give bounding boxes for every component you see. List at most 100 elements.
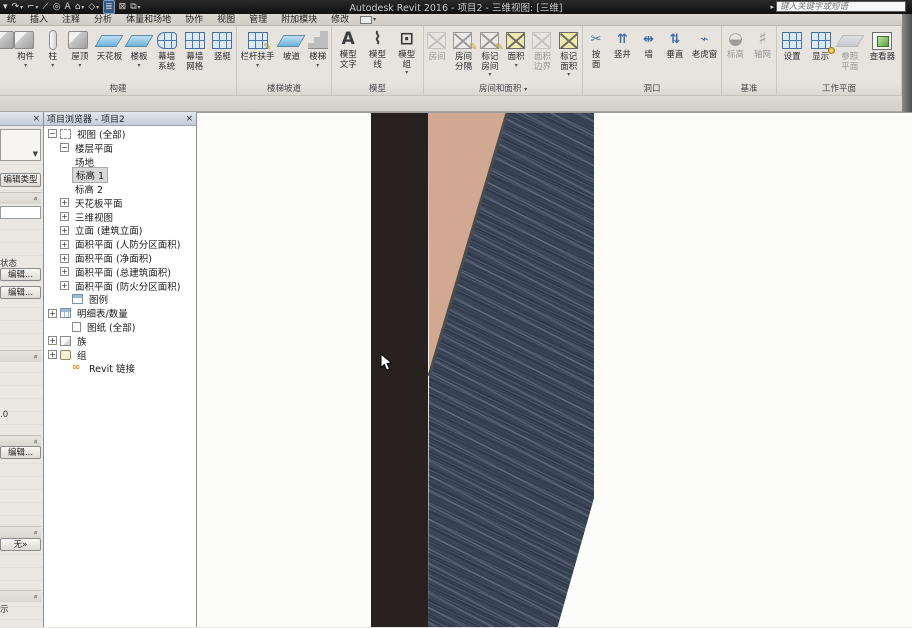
collapse-icon[interactable]: − [60, 143, 69, 152]
ribbon-button-标记房间[interactable]: ✎标记房间▾ [477, 28, 503, 77]
edit-type-button[interactable]: 编辑类型 [0, 173, 41, 187]
ribbon-button-墙[interactable]: ⇹墙 [635, 28, 661, 61]
tree-item-面积平面 (防火分区面积)[interactable]: +面积平面 (防火分区面积) [44, 279, 196, 293]
tree-item-标高 1[interactable]: 标高 1 [44, 168, 196, 182]
tree-item-Revit 链接[interactable]: ∞Revit 链接 [44, 362, 196, 376]
ribbon-button-楼梯[interactable]: 楼梯▾ [305, 28, 331, 68]
ribbon-button-房间分隔[interactable]: ✎房间分隔 [450, 28, 476, 72]
ribbon-button-标高[interactable]: ◒标高 [722, 28, 749, 61]
tree-item-面积平面 (净面积)[interactable]: +面积平面 (净面积) [44, 251, 196, 265]
ribbon-tab-视图[interactable]: 视图 [210, 14, 242, 26]
ribbon-button-查看器[interactable]: 查看器 [865, 28, 899, 63]
expand-icon[interactable]: + [60, 254, 69, 263]
expand-icon[interactable]: + [60, 267, 69, 276]
search-arrow-icon[interactable]: ▸ [770, 3, 774, 11]
ribbon-button-面积边界[interactable]: 面积边界 [529, 28, 555, 72]
ribbon-tab-管理[interactable]: 管理 [242, 14, 274, 26]
ribbon-tab-附加模块[interactable]: 附加模块 [274, 14, 324, 26]
tree-item-明细表/数量[interactable]: +明细表/数量 [44, 306, 196, 320]
search-input[interactable] [776, 1, 906, 12]
tree-item-场地[interactable]: 场地 [44, 155, 196, 169]
ribbon-button-面积[interactable]: 面积▾ [503, 28, 529, 68]
ribbon-tab-协作[interactable]: 协作 [178, 14, 210, 26]
thin-lines-icon[interactable]: ≣ [103, 0, 115, 14]
value-field[interactable] [0, 206, 41, 219]
tree-item-面积平面 (总建筑面积)[interactable]: +面积平面 (总建筑面积) [44, 265, 196, 279]
tree-item-图纸 (全部)[interactable]: 图纸 (全部) [44, 320, 196, 334]
ribbon-button-竖井[interactable]: ⇈竖井 [609, 28, 635, 61]
ribbon-button-模型组[interactable]: ⊡模型组▾ [393, 28, 421, 75]
edit-button-2[interactable]: 编辑... [0, 286, 41, 299]
ribbon-button-老虎窗[interactable]: ⌁老虎窗 [688, 28, 721, 61]
ribbon-button-竖梃[interactable]: 竖梃 [209, 28, 236, 63]
dimension-icon[interactable]: ⌐ ▾ [27, 1, 38, 14]
type-selector[interactable]: ▼ [0, 129, 41, 161]
tree-item-楼层平面[interactable]: −楼层平面 [44, 141, 196, 155]
tree-item-标高 2[interactable]: 标高 2 [44, 182, 196, 196]
ribbon-button-垂直[interactable]: ⇅垂直 [662, 28, 688, 61]
close-hidden-windows-icon[interactable]: ⊠ [119, 1, 127, 13]
tree-item-组[interactable]: +组 [44, 348, 196, 362]
tree-item-天花板平面[interactable]: +天花板平面 [44, 196, 196, 210]
tree-item-三维视图[interactable]: +三维视图 [44, 210, 196, 224]
expand-icon[interactable]: + [48, 336, 57, 345]
expand-icon[interactable]: + [48, 309, 57, 318]
default-3d-view-icon[interactable]: ⌂ ▾ [75, 1, 85, 14]
ribbon-tab-分析[interactable]: 分析 [87, 14, 119, 26]
expand-icon[interactable]: + [60, 226, 69, 235]
tree-item-图例[interactable]: 图例 [44, 293, 196, 307]
none-value-button[interactable]: 无» [0, 538, 41, 551]
properties-panel-header: × [0, 112, 43, 126]
ribbon-button-楼板[interactable]: 楼板▾ [126, 28, 153, 68]
drawing-canvas[interactable] [197, 112, 912, 627]
close-icon[interactable]: × [185, 114, 193, 124]
ribbon-tab-统[interactable]: 统 [0, 14, 23, 26]
ribbon-button-幕墙系统[interactable]: 幕墙系统 [153, 28, 181, 72]
ribbon-tab-注释[interactable]: 注释 [55, 14, 87, 26]
wall-button-clipped[interactable] [0, 28, 12, 53]
expand-icon[interactable]: + [48, 350, 57, 359]
collapse-icon[interactable]: − [48, 129, 57, 138]
参照平面-icon [838, 28, 862, 52]
ribbon-button-栏杆扶手[interactable]: ✎栏杆扶手▾ [237, 28, 278, 68]
close-icon[interactable]: × [32, 114, 40, 124]
ribbon-button-坡道[interactable]: 坡道 [278, 28, 304, 63]
ribbon-button-房间[interactable]: 房间 [424, 28, 450, 63]
expand-icon[interactable]: + [60, 212, 69, 221]
ribbon-button-标记面积[interactable]: 标记面积▾ [556, 28, 582, 77]
ribbon-button-模型文字[interactable]: A模型文字 [334, 28, 362, 70]
redo-icon[interactable]: ↷ ▾ [12, 1, 23, 14]
tree-item-视图 (全部)[interactable]: −视图 (全部) [44, 127, 196, 141]
chevron-down-icon: ▾ [51, 63, 54, 68]
section-icon[interactable]: ◇ ▾ [88, 1, 99, 14]
tree-item-立面 (建筑立面)[interactable]: +立面 (建筑立面) [44, 224, 196, 238]
ribbon-button-按面[interactable]: ✂按面 [583, 28, 609, 70]
ribbon-button-幕墙网格[interactable]: 幕墙网格 [181, 28, 209, 72]
switch-windows-icon[interactable]: ⧉ ▾ [130, 1, 140, 14]
ribbon-tab-体量和场地[interactable]: 体量和场地 [119, 14, 178, 26]
ribbon-button-柱[interactable]: 柱▾ [39, 28, 66, 68]
text-icon[interactable]: A [65, 1, 71, 13]
ribbon-button-天花板[interactable]: 天花板 [93, 28, 125, 63]
ribbon-tab-修改[interactable]: 修改 [324, 14, 356, 26]
measure-icon[interactable]: ⟋ [42, 1, 48, 13]
ribbon-button-参照平面[interactable]: 参照平面 [836, 28, 864, 72]
edit-button-1[interactable]: 编辑... [0, 268, 41, 281]
chevron-down-icon[interactable]: ▼ [33, 150, 38, 158]
ribbon-button-显示[interactable]: 显示 [807, 28, 834, 63]
expand-icon[interactable]: + [60, 240, 69, 249]
ribbon-tab-插入[interactable]: 插入 [23, 14, 55, 26]
tree-item-族[interactable]: +族 [44, 334, 196, 348]
ribbon-state-dropdown[interactable]: ▾ [360, 16, 376, 24]
expand-icon[interactable]: + [60, 281, 69, 290]
undo-dropdown-icon[interactable]: ▾ [3, 1, 8, 13]
ribbon-button-模型线[interactable]: ⌇模型线 [365, 28, 391, 70]
ribbon-button-屋顶[interactable]: 屋顶▾ [66, 28, 93, 68]
ribbon-button-轴网[interactable]: ♯轴网 [749, 28, 776, 61]
tag-icon[interactable]: ◎ [53, 1, 61, 13]
edit-button-3[interactable]: 编辑... [0, 446, 41, 459]
tree-item-面积平面 (人防分区面积)[interactable]: +面积平面 (人防分区面积) [44, 237, 196, 251]
ribbon-button-构件[interactable]: 构件▾ [12, 28, 39, 68]
expand-icon[interactable]: + [60, 198, 69, 207]
ribbon-button-设置[interactable]: 设置 [779, 28, 806, 63]
